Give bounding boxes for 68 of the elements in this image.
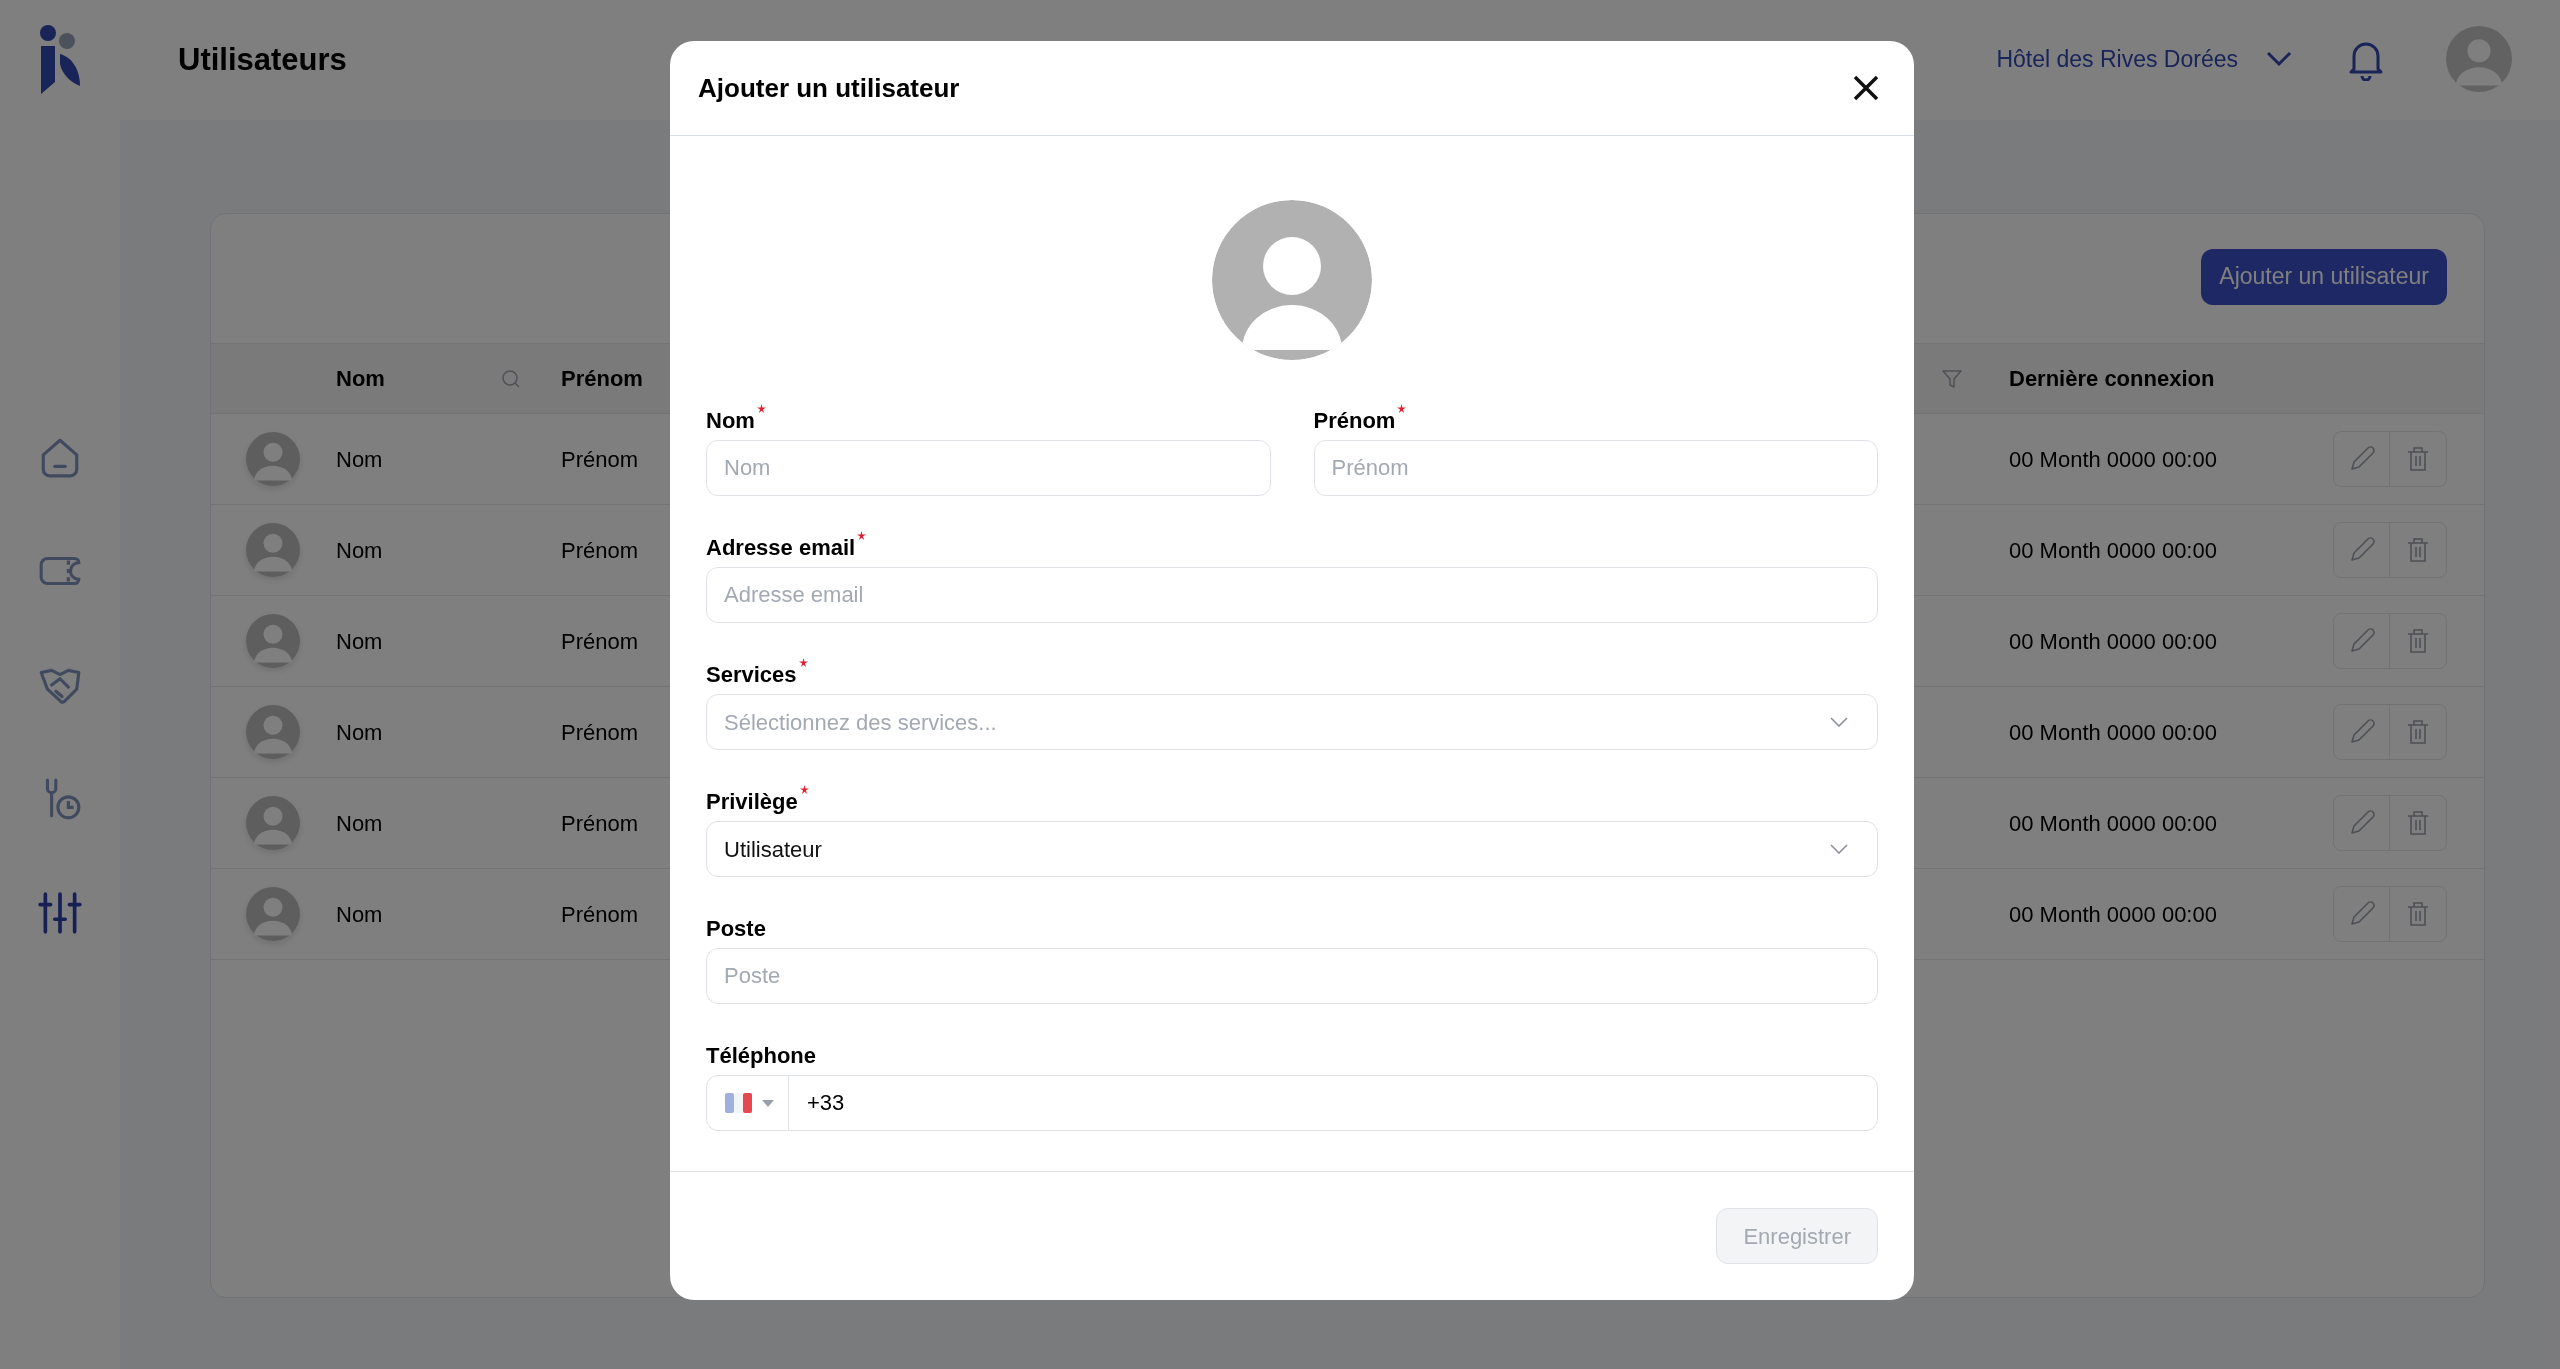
table-cell-text: 00 Month 0000 00:00 xyxy=(2009,900,2217,929)
input-field[interactable]: Prénom xyxy=(1313,440,1878,496)
user-avatar xyxy=(246,796,300,850)
required-icon xyxy=(799,785,809,794)
required-icon xyxy=(756,404,766,413)
table-cell-text: 00 Month 0000 00:00 xyxy=(2009,718,2217,747)
table-cell: Prénom xyxy=(561,719,639,745)
required-icon xyxy=(1397,404,1407,413)
filter-icon[interactable] xyxy=(1941,367,1963,390)
profile-picture-placeholder[interactable] xyxy=(1212,200,1372,360)
chevron-down-icon xyxy=(1830,717,1848,727)
trash-icon xyxy=(2405,445,2431,473)
input-field[interactable]: Poste xyxy=(706,948,1878,1004)
table-cell-text: 00 Month 0000 00:00 xyxy=(2009,536,2217,565)
flag-icon xyxy=(725,1093,752,1113)
user-avatar xyxy=(246,432,300,486)
page-title: Utilisateurs xyxy=(178,40,347,79)
caret-icon xyxy=(762,1099,774,1107)
required-icon xyxy=(857,531,867,540)
required-icon xyxy=(798,658,808,667)
dropdown-field[interactable]: Sélectionnez des services... xyxy=(706,694,1878,750)
table-cell-text: 00 Month 0000 00:00 xyxy=(2009,627,2217,656)
field-label: Téléphone xyxy=(706,1042,816,1070)
input-field[interactable]: Nom xyxy=(706,440,1271,496)
table-cell: Nom xyxy=(336,537,383,563)
trash-icon xyxy=(2405,718,2431,746)
logo xyxy=(38,24,82,96)
table-cell: Prénom xyxy=(561,537,639,563)
field-label: Privilège xyxy=(706,788,798,816)
add-user-button[interactable]: Ajouter un utilisateur xyxy=(2201,248,2447,305)
table-cell: Prénom xyxy=(561,901,639,927)
input-field[interactable]: Adresse email xyxy=(706,567,1878,623)
field-label: Nom xyxy=(706,407,755,435)
dropdown-field[interactable]: Utilisateur xyxy=(706,821,1878,877)
trash-icon xyxy=(2405,536,2431,564)
field-label: Poste xyxy=(706,915,766,943)
table-cell: Prénom xyxy=(561,810,639,836)
table-cell: Prénom xyxy=(561,628,639,654)
table-cell: Nom xyxy=(336,628,383,654)
table-cell: Prénom xyxy=(561,446,639,472)
table-cell: Nom xyxy=(336,719,383,745)
close-icon xyxy=(1852,74,1880,102)
table-cell-text: 00 Month 0000 00:00 xyxy=(2009,445,2217,474)
sidebar-item[interactable] xyxy=(37,890,83,936)
hotel-selector[interactable]: Hôtel des Rives Dorées xyxy=(1996,41,2292,77)
field-label: Prénom xyxy=(1313,407,1396,435)
table-cell: Nom xyxy=(336,446,383,472)
field-label: Adresse email xyxy=(706,534,856,562)
user-avatar xyxy=(246,523,300,577)
trash-icon xyxy=(2405,809,2431,837)
user-avatar xyxy=(246,705,300,759)
column-header: Prénom xyxy=(561,365,643,393)
user-avatar xyxy=(2446,26,2512,92)
trash-icon xyxy=(2405,627,2431,655)
table-cell: Nom xyxy=(336,810,383,836)
sliders-icon xyxy=(37,890,83,936)
user-avatar xyxy=(246,614,300,668)
chevron-down-icon xyxy=(2266,51,2292,67)
field-label: Services xyxy=(706,661,797,689)
chevron-down-icon xyxy=(1830,844,1848,854)
search-icon[interactable] xyxy=(501,368,521,389)
table-cell-text: 00 Month 0000 00:00 xyxy=(2009,809,2217,838)
trash-icon xyxy=(2405,900,2431,928)
user-avatar xyxy=(246,887,300,941)
column-header: Nom xyxy=(336,365,385,393)
table-cell: Nom xyxy=(336,901,383,927)
column-header: Dernière connexion xyxy=(2009,365,2215,393)
modal-title: Ajouter un utilisateur xyxy=(698,71,960,105)
